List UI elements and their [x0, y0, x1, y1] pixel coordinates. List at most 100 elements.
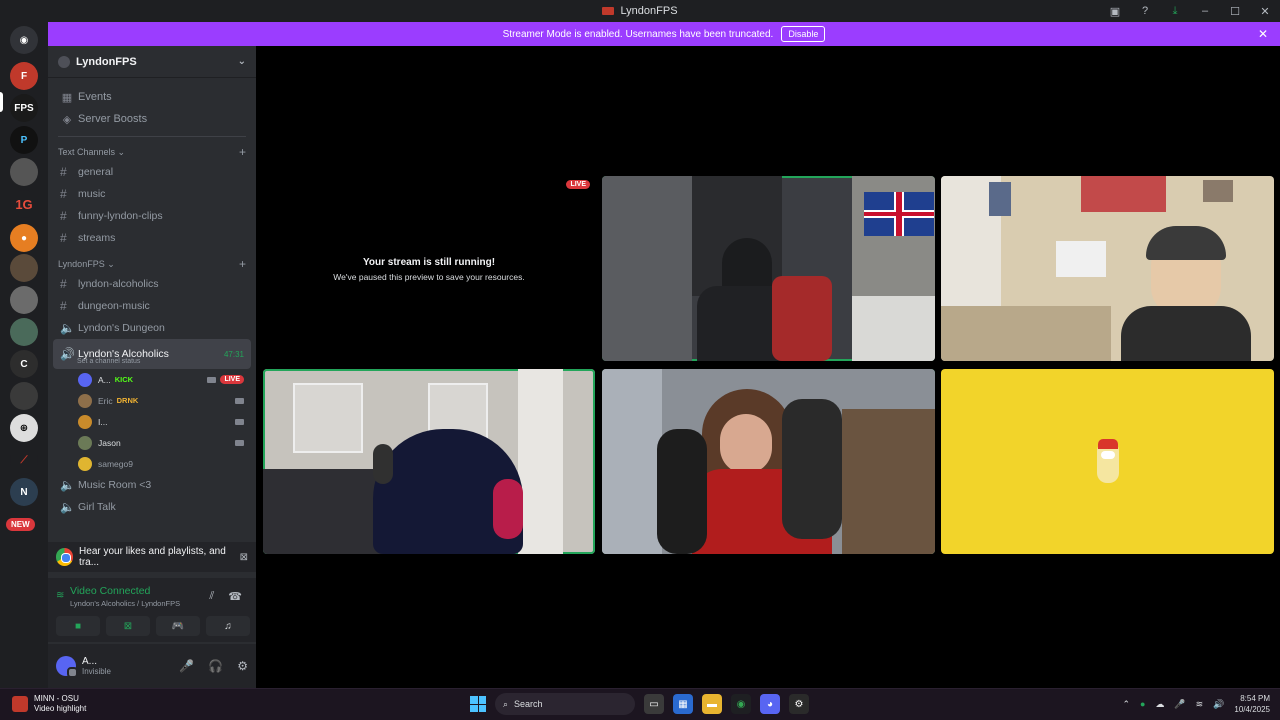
- avatar: [78, 393, 92, 408]
- minimize-button[interactable]: –: [1190, 0, 1220, 22]
- chevron-down-icon[interactable]: ⌄: [238, 56, 246, 67]
- voice-user[interactable]: samego9: [48, 453, 256, 474]
- voice-user[interactable]: Jason: [48, 432, 256, 453]
- video-tile[interactable]: [602, 176, 935, 361]
- camera-icon: [207, 376, 217, 383]
- paused-subtitle: We've paused this preview to save your r…: [333, 271, 525, 282]
- server-icon[interactable]: ⊕: [10, 414, 38, 442]
- category-lyndonfps[interactable]: LyndonFPS ⌄ +: [48, 255, 256, 273]
- server-icon[interactable]: [10, 158, 38, 186]
- camera-button[interactable]: ■: [56, 616, 100, 636]
- signal-icon[interactable]: ≋: [56, 590, 64, 601]
- windows-start-icon[interactable]: [470, 696, 486, 712]
- file-explorer-icon[interactable]: ▬: [702, 694, 722, 714]
- help-icon[interactable]: ?: [1130, 0, 1160, 22]
- microphone-icon[interactable]: 🎤: [1174, 699, 1185, 710]
- voice-status[interactable]: Video Connected: [70, 585, 150, 597]
- screen-share-button[interactable]: ⊠: [106, 616, 150, 636]
- inbox-icon[interactable]: ▣: [1100, 0, 1130, 22]
- noise-suppression-icon[interactable]: ⫽: [209, 590, 214, 603]
- server-icon[interactable]: ⟋: [10, 446, 38, 474]
- server-icon[interactable]: F: [10, 62, 38, 90]
- settings-icon[interactable]: ⚙: [237, 659, 248, 673]
- clock[interactable]: 8:54 PM 10/4/2025: [1234, 693, 1270, 715]
- task-view-icon[interactable]: ▭: [644, 694, 664, 714]
- video-tile[interactable]: [602, 369, 935, 554]
- avatar: [78, 456, 92, 471]
- camera-icon: [235, 439, 244, 446]
- server-icon[interactable]: FPS: [10, 94, 38, 122]
- stream-paused-tile[interactable]: LIVE Your stream is still running! We've…: [262, 176, 596, 362]
- server-icon[interactable]: [10, 318, 38, 346]
- chrome-promo[interactable]: Hear your likes and playlists, and tra..…: [48, 542, 256, 572]
- channel-lyndon-alcoholics[interactable]: # lyndon-alcoholics: [48, 273, 256, 295]
- discord-home-icon[interactable]: ◉: [10, 26, 38, 54]
- store-icon[interactable]: ▦: [673, 694, 693, 714]
- add-channel-icon[interactable]: +: [239, 145, 246, 159]
- title-bar: LyndonFPS ▣ ? ⤓ – ☐ ✕: [0, 0, 1280, 22]
- category-text-channels[interactable]: Text Channels ⌄ +: [48, 143, 256, 161]
- close-icon[interactable]: ✕: [1258, 27, 1268, 41]
- user-panel: A... Invisible 🎤 🎧 ⚙: [48, 644, 256, 688]
- voice-user[interactable]: I...: [48, 411, 256, 432]
- streamer-mode-banner: Streamer Mode is enabled. Usernames have…: [48, 22, 1280, 46]
- guild-icon: [58, 55, 70, 68]
- paused-title: Your stream is still running!: [362, 256, 496, 268]
- video-stage: [256, 46, 1280, 688]
- activities-button[interactable]: 🎮: [156, 616, 200, 636]
- channel-dungeon-music[interactable]: # dungeon-music: [48, 295, 256, 317]
- download-icon[interactable]: ⤓: [1160, 0, 1190, 22]
- channel-music-room[interactable]: 🔈 Music Room <3: [48, 474, 256, 496]
- channel-funny-lyndon-clips[interactable]: # funny-lyndon-clips: [48, 205, 256, 227]
- disconnect-icon[interactable]: ☎: [228, 590, 242, 603]
- pumpkin-icon[interactable]: ●: [10, 224, 38, 252]
- channel-music[interactable]: # music: [48, 183, 256, 205]
- microphone-icon[interactable]: 🎤: [179, 659, 194, 673]
- avatar: [78, 372, 92, 387]
- maximize-button[interactable]: ☐: [1220, 0, 1250, 22]
- server-icon[interactable]: [10, 254, 38, 282]
- chevron-up-icon[interactable]: ⌃: [1122, 699, 1130, 710]
- close-window-button[interactable]: ✕: [1250, 0, 1280, 22]
- network-icon[interactable]: ☁: [1155, 699, 1164, 710]
- server-rail: ◉ F FPS P 1G ● C ⊕ ⟋ N NEW: [0, 22, 48, 688]
- server-icon[interactable]: C: [10, 350, 38, 378]
- voice-channel-active[interactable]: 🔊 Lyndon's Alcoholics 47:31 Set a channe…: [53, 339, 251, 369]
- server-icon[interactable]: 1G: [10, 190, 38, 218]
- chrome-icon[interactable]: ◉: [731, 694, 751, 714]
- guild-header[interactable]: LyndonFPS ⌄: [48, 46, 256, 78]
- server-icon[interactable]: [10, 286, 38, 314]
- volume-icon[interactable]: 🔊: [1213, 699, 1224, 710]
- media-widget[interactable]: MINN - OSU Video highlight: [12, 694, 86, 714]
- voice-user[interactable]: Eric DRNK: [48, 390, 256, 411]
- taskbar-search[interactable]: ⌕ Search: [495, 693, 635, 715]
- speaker-icon: 🔈: [60, 500, 75, 514]
- events-item[interactable]: ▦ Events: [48, 86, 256, 108]
- dismiss-icon[interactable]: ⊠: [240, 552, 248, 563]
- wifi-icon[interactable]: ≋: [1196, 699, 1204, 710]
- channel-lyndons-dungeon[interactable]: 🔈 Lyndon's Dungeon: [48, 317, 256, 339]
- status-dot-icon[interactable]: ●: [1140, 699, 1145, 709]
- channel-streams[interactable]: # streams: [48, 227, 256, 249]
- disable-button[interactable]: Disable: [781, 26, 826, 42]
- server-icon[interactable]: P: [10, 126, 38, 154]
- channel-general[interactable]: # general: [48, 161, 256, 183]
- avatar[interactable]: [56, 656, 78, 678]
- channel-status[interactable]: Set a channel status: [77, 358, 140, 365]
- server-boosts-item[interactable]: ◈ Server Boosts: [48, 108, 256, 130]
- video-tile[interactable]: [941, 369, 1274, 554]
- server-icon[interactable]: [10, 382, 38, 410]
- channel-girl-talk[interactable]: 🔈 Girl Talk: [48, 496, 256, 518]
- video-tile[interactable]: [941, 176, 1274, 361]
- app-icon[interactable]: ⚙: [789, 694, 809, 714]
- hash-icon: #: [60, 209, 67, 223]
- discord-icon[interactable]: ◕: [760, 694, 780, 714]
- video-tile[interactable]: [263, 369, 595, 554]
- hash-icon: #: [60, 231, 67, 245]
- avatar: [78, 414, 92, 429]
- voice-user[interactable]: A... KICK LIVE: [48, 369, 256, 390]
- headphones-icon[interactable]: 🎧: [208, 659, 223, 673]
- add-channel-icon[interactable]: +: [239, 257, 246, 271]
- soundboard-button[interactable]: ♫: [206, 616, 250, 636]
- server-icon[interactable]: N: [10, 478, 38, 506]
